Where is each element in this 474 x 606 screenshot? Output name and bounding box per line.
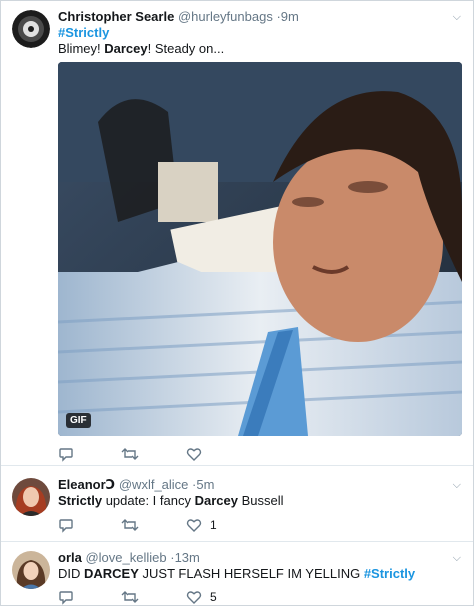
text-segment: Bussell	[237, 493, 284, 508]
retweet-button[interactable]	[121, 445, 147, 463]
user-handle[interactable]: @love_kellieb	[85, 550, 166, 565]
text-bold: DARCEY	[84, 566, 139, 581]
tweet-header: orla @love_kellieb ·13m	[58, 550, 200, 565]
gif-badge: GIF	[66, 413, 91, 428]
chevron-down-icon[interactable]: ⌵	[453, 11, 461, 24]
text-segment: DID	[58, 566, 84, 581]
text-bold: Darcey	[194, 493, 238, 508]
display-name[interactable]: orla	[58, 550, 82, 565]
gif-media[interactable]: GIF	[58, 62, 462, 436]
avatar[interactable]	[12, 10, 50, 48]
tweet-1[interactable]: Christopher Searle @hurleyfunbags ·9m ⌵ …	[1, 1, 473, 466]
user-handle[interactable]: @hurleyfunbags	[178, 9, 273, 24]
text-bold: Darcey	[104, 41, 148, 56]
user-handle[interactable]: @wxlf_alice	[119, 477, 189, 492]
reply-button[interactable]	[58, 516, 82, 534]
display-name[interactable]: EleanorↃ	[58, 477, 115, 492]
chevron-down-icon[interactable]: ⌵	[453, 479, 461, 492]
hashtag-link[interactable]: #Strictly	[58, 25, 109, 40]
like-count: 1	[210, 518, 217, 532]
retweet-icon	[121, 591, 139, 603]
timeline: Christopher Searle @hurleyfunbags ·9m ⌵ …	[0, 0, 474, 606]
tweet-text: Strictly update: I fancy Darcey Bussell	[58, 493, 284, 508]
tweet-hashtag-line: #Strictly	[58, 25, 109, 40]
heart-icon	[186, 448, 202, 461]
timestamp[interactable]: ·13m	[170, 550, 200, 565]
gif-frame-image	[58, 62, 462, 436]
avatar[interactable]	[12, 551, 50, 589]
like-button[interactable]: 5	[186, 588, 217, 605]
tweet-text: DID DARCEY JUST FLASH HERSELF IM YELLING…	[58, 566, 415, 581]
retweet-icon	[121, 519, 139, 531]
like-count: 5	[210, 590, 217, 604]
like-button[interactable]: 1	[186, 516, 217, 534]
tweet-header: Christopher Searle @hurleyfunbags ·9m	[58, 9, 299, 24]
reply-icon	[59, 448, 73, 462]
timestamp[interactable]: ·9m	[276, 9, 298, 24]
text-segment: ! Steady on...	[147, 41, 225, 56]
tweet-3[interactable]: orla @love_kellieb ·13m ⌵ DID DARCEY JUS…	[1, 542, 473, 605]
reply-button[interactable]	[58, 588, 82, 605]
heart-icon	[186, 519, 202, 532]
heart-icon	[186, 591, 202, 604]
chevron-down-icon[interactable]: ⌵	[453, 552, 461, 565]
reply-icon	[59, 519, 73, 533]
tweet-text: Blimey! Darcey! Steady on...	[58, 41, 224, 56]
retweet-icon	[121, 448, 139, 460]
hashtag-link[interactable]: #Strictly	[364, 566, 415, 581]
text-segment: Blimey!	[58, 41, 105, 56]
retweet-button[interactable]	[121, 516, 147, 534]
display-name[interactable]: Christopher Searle	[58, 9, 174, 24]
reply-button[interactable]	[58, 445, 82, 463]
avatar[interactable]	[12, 478, 50, 516]
like-button[interactable]	[186, 445, 210, 463]
reply-icon	[59, 591, 73, 605]
tweet-header: EleanorↃ @wxlf_alice ·5m	[58, 477, 214, 493]
text-bold: Strictly	[58, 493, 103, 508]
timestamp[interactable]: ·5m	[192, 477, 214, 492]
text-segment: JUST FLASH HERSELF IM YELLING	[138, 566, 364, 581]
text-segment: update: I fancy	[102, 493, 195, 508]
retweet-button[interactable]	[121, 588, 147, 605]
tweet-2[interactable]: EleanorↃ @wxlf_alice ·5m ⌵ Strictly upda…	[1, 466, 473, 542]
